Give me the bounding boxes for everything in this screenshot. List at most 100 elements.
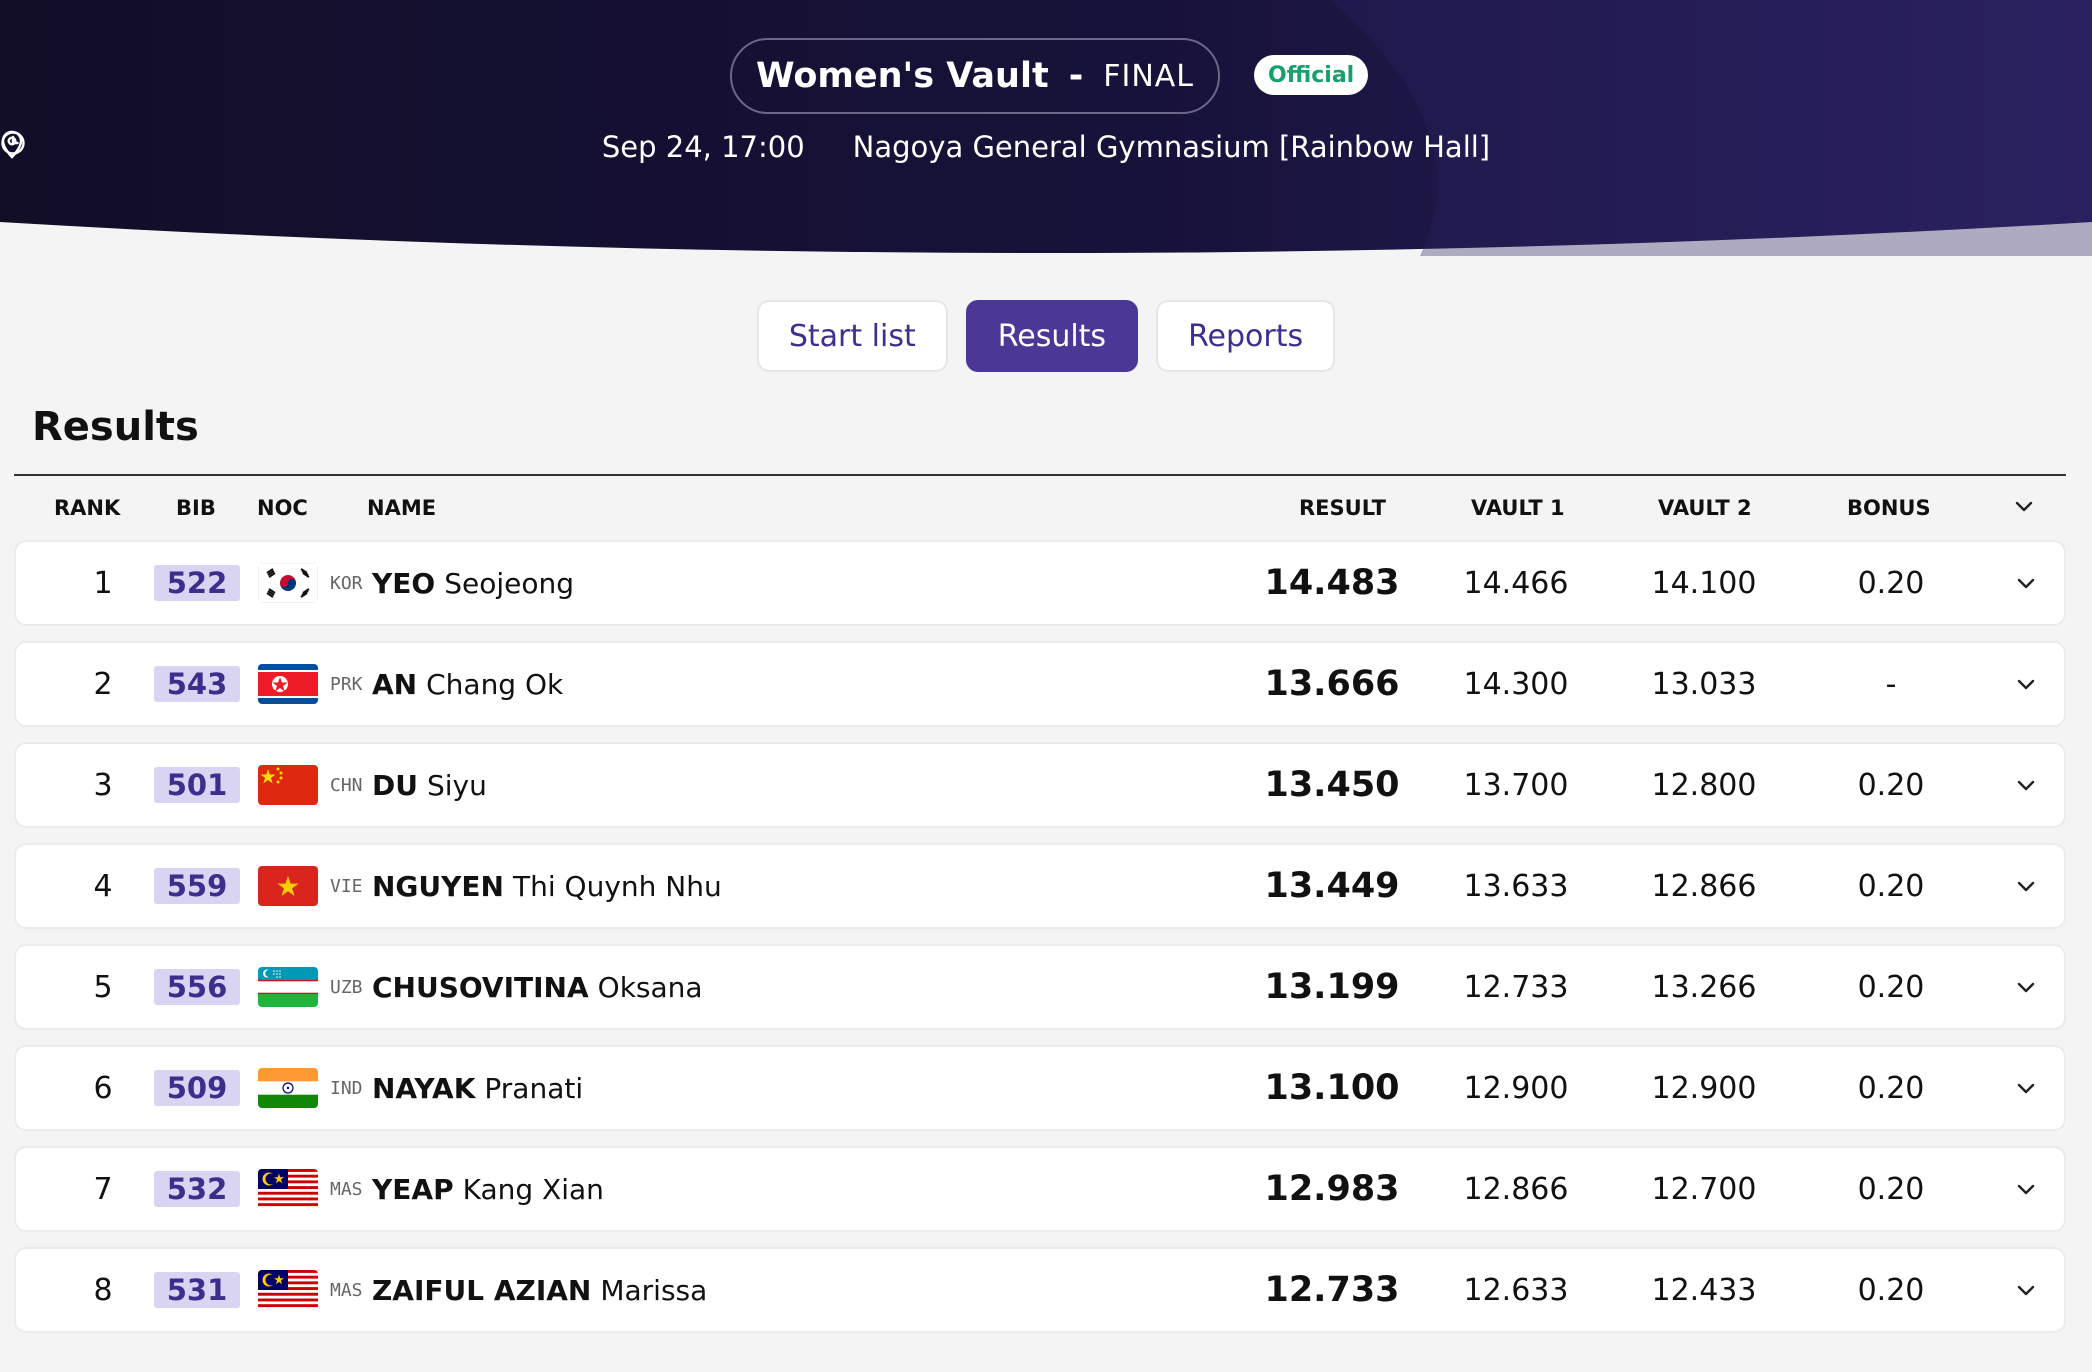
vault1-score: 12.633 <box>1463 1272 1569 1308</box>
column-rank: RANK <box>54 496 121 520</box>
athlete-surname: DU <box>372 768 418 802</box>
athlete-given-name: Marissa <box>600 1273 708 1307</box>
row-expand-button[interactable] <box>2006 744 2046 826</box>
expand-all-toggle[interactable] <box>2012 494 2036 518</box>
athlete-given-name: Seojeong <box>444 566 575 600</box>
flag-mas <box>258 1270 318 1310</box>
vault2-score: 13.266 <box>1651 969 1757 1005</box>
table-row[interactable]: 1 522 KOR YEO Seojeong 14.483 14.466 14.… <box>14 540 2066 626</box>
athlete-given-name: Siyu <box>426 768 487 802</box>
noc-code: MAS <box>330 1178 363 1200</box>
athlete-surname: CHUSOVITINA <box>372 970 589 1004</box>
rank: 6 <box>93 1070 113 1106</box>
noc-code: IND <box>330 1077 363 1099</box>
chevron-down-icon <box>2017 881 2035 892</box>
table-row[interactable]: 4 559 VIE NGUYEN Thi Quynh Nhu 13.449 13… <box>14 843 2066 929</box>
flag-vie <box>258 866 318 906</box>
bonus-score: 0.20 <box>1857 1272 1925 1308</box>
event-venue-text: Nagoya General Gymnasium [Rainbow Hall] <box>852 130 1491 164</box>
row-expand-button[interactable] <box>2006 643 2046 725</box>
row-expand-button[interactable] <box>2006 845 2046 927</box>
event-phase: FINAL <box>1103 58 1194 94</box>
bib-number: 559 <box>154 868 240 904</box>
tab-reports[interactable]: Reports <box>1156 300 1336 372</box>
tab-start-list[interactable]: Start list <box>756 300 948 372</box>
table-row[interactable]: 8 531 MAS ZAIFUL AZIAN Marissa 12.733 12… <box>14 1247 2066 1333</box>
bonus-score: - <box>1885 666 1897 702</box>
bonus-score: 0.20 <box>1857 565 1925 601</box>
row-expand-button[interactable] <box>2006 542 2046 624</box>
result-score: 13.449 <box>1264 866 1400 906</box>
row-expand-button[interactable] <box>2006 946 2046 1028</box>
tab-results[interactable]: Results <box>965 300 1139 372</box>
athlete-given-name: Kang Xian <box>462 1172 604 1206</box>
table-row[interactable]: 3 501 CHN DU Siyu 13.450 13.700 12.800 0… <box>14 742 2066 828</box>
title-separator: - <box>1068 56 1084 96</box>
noc-code: KOR <box>330 572 363 594</box>
result-score: 12.733 <box>1264 1270 1400 1310</box>
view-tabs: Start list Results Reports <box>0 300 2092 372</box>
vault2-score: 12.433 <box>1651 1272 1757 1308</box>
column-bib: BIB <box>176 496 216 520</box>
athlete-surname: NAYAK <box>372 1071 476 1105</box>
rank: 1 <box>93 565 113 601</box>
column-vault2: VAULT 2 <box>1658 496 1752 520</box>
vault1-score: 12.900 <box>1463 1070 1569 1106</box>
column-name: NAME <box>367 496 437 520</box>
result-score: 13.666 <box>1264 664 1400 704</box>
flag-chn <box>258 765 318 805</box>
bib-number: 556 <box>154 969 240 1005</box>
column-vault1: VAULT 1 <box>1471 496 1565 520</box>
table-row[interactable]: 5 556 UZB CHUSOVITINA Oksana 13.199 12.7… <box>14 944 2066 1030</box>
flag-uzb <box>258 967 318 1007</box>
vault2-score: 12.866 <box>1651 868 1757 904</box>
row-expand-button[interactable] <box>2006 1148 2046 1230</box>
table-row[interactable]: 7 532 MAS YEAP Kang Xian 12.983 12.866 1… <box>14 1146 2066 1232</box>
vault2-score: 12.800 <box>1651 767 1757 803</box>
vault1-score: 14.300 <box>1463 666 1569 702</box>
status-badge: Official <box>1254 55 1369 95</box>
vault1-score: 12.733 <box>1463 969 1569 1005</box>
athlete-given-name: Oksana <box>597 970 703 1004</box>
event-datetime-text: Sep 24, 17:00 <box>601 130 805 164</box>
result-score: 13.100 <box>1264 1068 1400 1108</box>
chevron-down-icon <box>2017 1184 2035 1195</box>
vault2-score: 12.900 <box>1651 1070 1757 1106</box>
noc-code: PRK <box>330 673 363 695</box>
vault1-score: 13.700 <box>1463 767 1569 803</box>
bib-number: 543 <box>154 666 240 702</box>
vault2-score: 14.100 <box>1651 565 1757 601</box>
vault1-score: 12.866 <box>1463 1171 1569 1207</box>
rank: 7 <box>93 1171 113 1207</box>
flag-prk <box>258 664 318 704</box>
athlete-name: NGUYEN Thi Quynh Nhu <box>372 845 722 927</box>
chevron-down-icon <box>2017 679 2035 690</box>
rank: 5 <box>93 969 113 1005</box>
bib-number: 522 <box>154 565 240 601</box>
vault2-score: 12.700 <box>1651 1171 1757 1207</box>
chevron-down-icon <box>2017 780 2035 791</box>
table-row[interactable]: 2 543 PRK AN Chang Ok 13.666 14.300 13.0… <box>14 641 2066 727</box>
athlete-surname: AN <box>372 667 418 701</box>
rank: 3 <box>93 767 113 803</box>
noc-code: MAS <box>330 1279 363 1301</box>
table-row[interactable]: 6 509 IND NAYAK Pranati 13.100 12.900 12… <box>14 1045 2066 1131</box>
column-result: RESULT <box>1299 496 1386 520</box>
athlete-surname: NGUYEN <box>372 869 504 903</box>
noc-code: UZB <box>330 976 363 998</box>
result-score: 13.199 <box>1264 967 1400 1007</box>
athlete-name: CHUSOVITINA Oksana <box>372 946 703 1028</box>
event-meta: Sep 24, 17:00 Nagoya General Gymnasium [… <box>0 130 2092 164</box>
section-title: Results <box>32 404 199 450</box>
vault1-score: 13.633 <box>1463 868 1569 904</box>
athlete-surname: ZAIFUL AZIAN <box>372 1273 592 1307</box>
row-expand-button[interactable] <box>2006 1249 2046 1331</box>
result-score: 12.983 <box>1264 1169 1400 1209</box>
flag-mas <box>258 1169 318 1209</box>
bonus-score: 0.20 <box>1857 1171 1925 1207</box>
row-expand-button[interactable] <box>2006 1047 2046 1129</box>
bonus-score: 0.20 <box>1857 969 1925 1005</box>
athlete-surname: YEO <box>372 566 436 600</box>
athlete-name: NAYAK Pranati <box>372 1047 583 1129</box>
athlete-given-name: Chang Ok <box>426 667 564 701</box>
